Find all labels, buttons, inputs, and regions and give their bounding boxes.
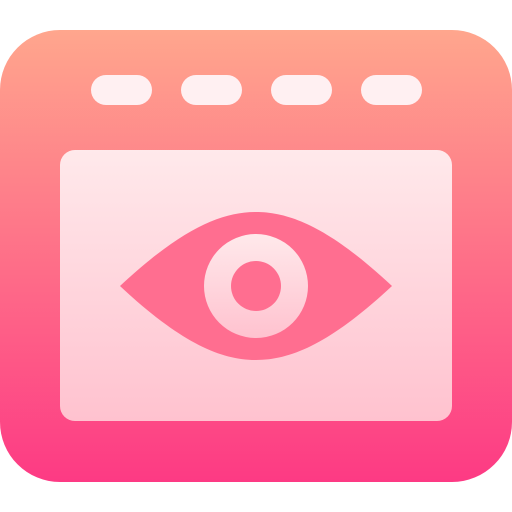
tab-pill xyxy=(271,75,332,105)
tab-pill xyxy=(91,75,152,105)
tab-pill xyxy=(361,75,422,105)
icon-canvas xyxy=(0,0,512,512)
eye-pupil xyxy=(231,261,281,311)
browser-window-eye-icon xyxy=(0,30,512,482)
tab-pill xyxy=(181,75,242,105)
